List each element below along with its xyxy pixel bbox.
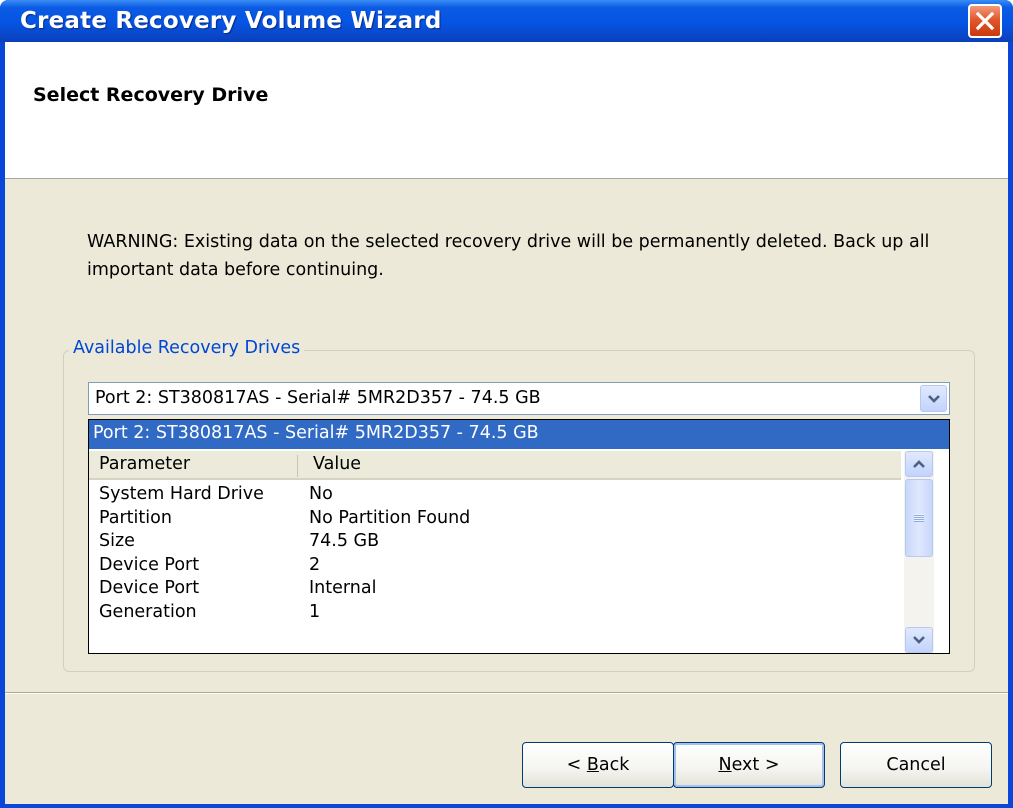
- list-item[interactable]: System Hard Drive No: [89, 484, 901, 508]
- cell-value: No Partition Found: [309, 507, 471, 528]
- dialog-body: Select Recovery Drive WARNING: Existing …: [5, 42, 1008, 804]
- back-button-label: < Back: [567, 755, 630, 775]
- footer-divider: [5, 692, 1008, 694]
- cell-parameter: Device Port: [99, 578, 200, 598]
- cell-value: 1: [309, 601, 321, 622]
- scroll-up-button[interactable]: [905, 451, 933, 477]
- wizard-window: Create Recovery Volume Wizard Select Rec…: [0, 0, 1013, 808]
- cell-parameter: Size: [99, 531, 135, 551]
- dropdown-item-selected[interactable]: Port 2: ST380817AS - Serial# 5MR2D357 - …: [89, 420, 949, 449]
- back-rest: ack: [598, 755, 630, 775]
- list-item[interactable]: Device Port Internal: [89, 578, 901, 602]
- close-button[interactable]: [968, 4, 1002, 38]
- column-separator[interactable]: [297, 455, 298, 477]
- vertical-scrollbar[interactable]: [904, 451, 934, 653]
- chevron-up-icon: [913, 460, 925, 468]
- list-item[interactable]: Generation 1: [89, 602, 901, 626]
- drive-select[interactable]: Port 2: ST380817AS - Serial# 5MR2D357 - …: [88, 382, 950, 415]
- window-title: Create Recovery Volume Wizard: [20, 8, 442, 34]
- drive-dropdown-list: Port 2: ST380817AS - Serial# 5MR2D357 - …: [88, 419, 950, 654]
- cell-value: Internal: [309, 578, 377, 598]
- back-button[interactable]: < Back: [522, 742, 674, 788]
- column-header-parameter[interactable]: Parameter: [99, 454, 190, 474]
- cell-parameter: System Hard Drive: [99, 484, 264, 504]
- page-title: Select Recovery Drive: [33, 84, 269, 106]
- chevron-down-icon: [927, 394, 940, 403]
- scroll-thumb[interactable]: [905, 479, 933, 557]
- cell-parameter: Device Port: [99, 554, 200, 575]
- cell-value: 74.5 GB: [309, 531, 380, 551]
- cell-parameter: Partition: [99, 507, 172, 528]
- wizard-header: Select Recovery Drive: [5, 42, 1008, 179]
- next-mnemonic: N: [718, 755, 732, 775]
- list-item[interactable]: Device Port 2: [89, 555, 901, 579]
- list-item[interactable]: Size 74.5 GB: [89, 531, 901, 555]
- back-mnemonic: B: [586, 755, 599, 775]
- list-header: Parameter Value: [89, 451, 901, 480]
- cancel-button-label: Cancel: [886, 755, 946, 775]
- grip-icon: [914, 514, 924, 522]
- warning-text: WARNING: Existing data on the selected r…: [87, 232, 930, 280]
- scroll-down-button[interactable]: [905, 627, 933, 653]
- groupbox-label: Available Recovery Drives: [69, 338, 305, 358]
- drive-details-list: System Hard Drive No Partition No Partit…: [89, 484, 901, 625]
- cell-parameter: Generation: [99, 601, 197, 622]
- next-button-label: Next >: [719, 755, 780, 775]
- cell-value: No: [309, 484, 333, 504]
- drive-select-value: Port 2: ST380817AS - Serial# 5MR2D357 - …: [95, 388, 541, 408]
- cancel-button[interactable]: Cancel: [840, 742, 992, 788]
- column-header-value[interactable]: Value: [313, 454, 361, 474]
- cell-value: 2: [309, 554, 321, 575]
- next-button[interactable]: Next >: [673, 742, 825, 788]
- dropdown-button[interactable]: [920, 385, 947, 412]
- back-prefix: <: [566, 755, 587, 775]
- chevron-down-icon: [913, 636, 925, 644]
- next-rest: ext >: [731, 755, 780, 775]
- title-bar[interactable]: Create Recovery Volume Wizard: [0, 0, 1013, 42]
- list-item[interactable]: Partition No Partition Found: [89, 508, 901, 532]
- close-icon: [975, 11, 995, 31]
